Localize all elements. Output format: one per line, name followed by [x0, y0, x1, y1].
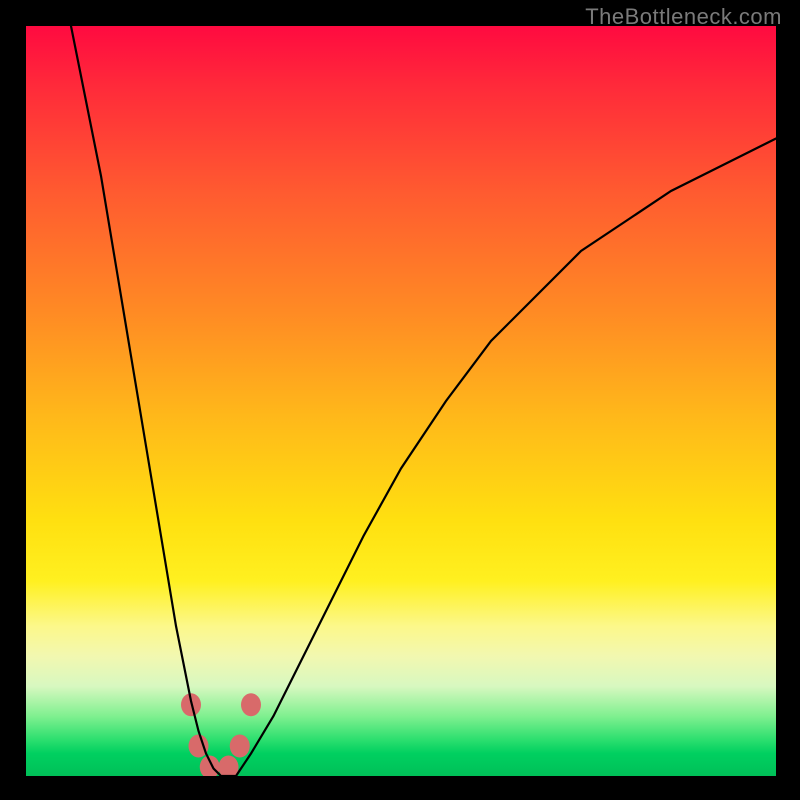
chart-frame: TheBottleneck.com	[0, 0, 800, 800]
plot-area	[26, 26, 776, 776]
watermark-text: TheBottleneck.com	[585, 4, 782, 30]
marker-dot	[219, 756, 239, 777]
bottleneck-curve	[71, 26, 776, 776]
marker-dot	[230, 735, 250, 758]
marker-dot	[241, 693, 261, 716]
curve-layer	[26, 26, 776, 776]
